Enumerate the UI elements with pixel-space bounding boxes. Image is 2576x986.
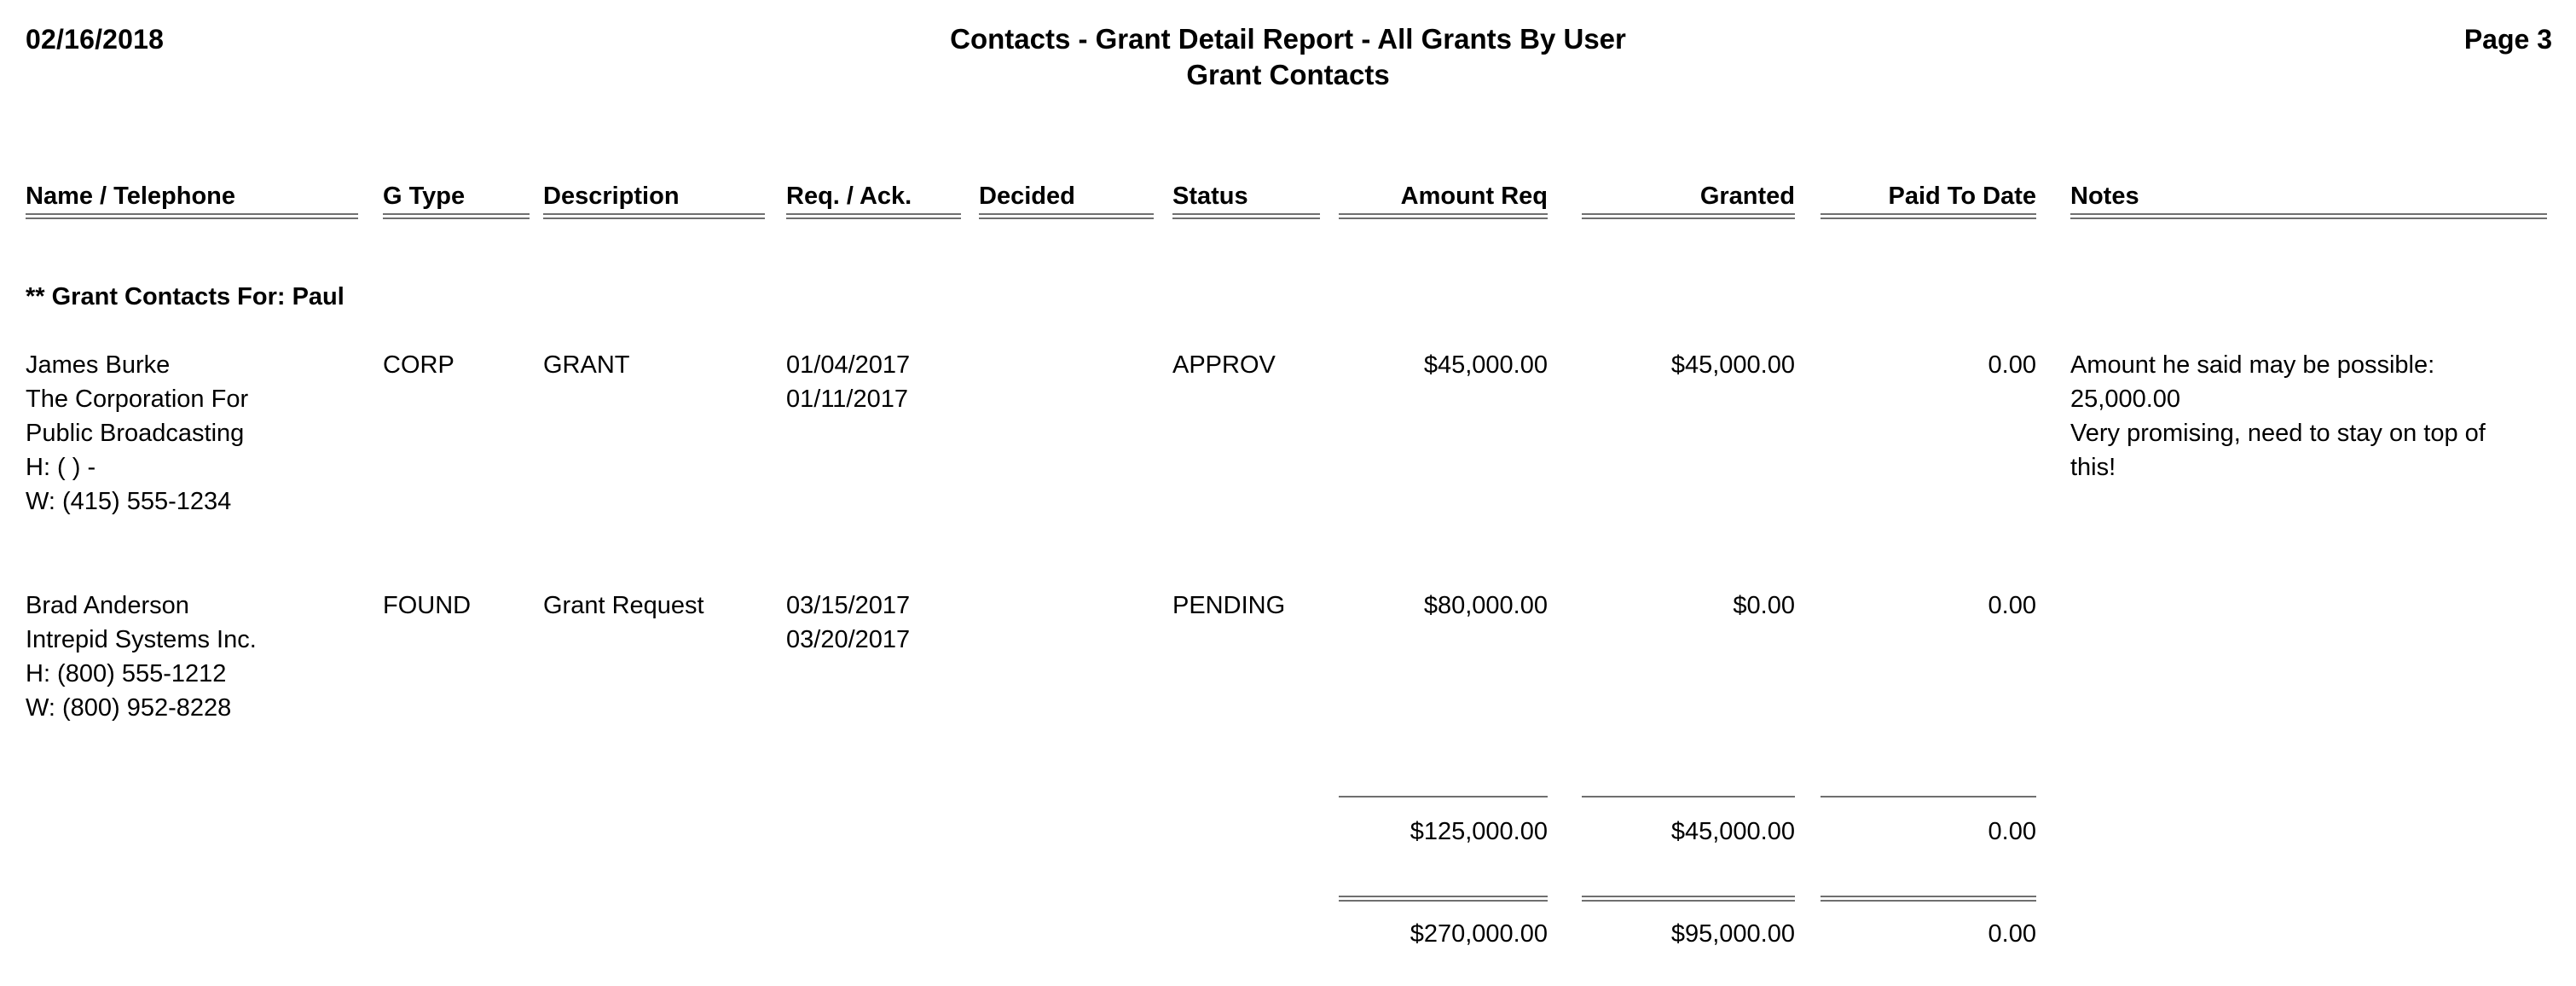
- cell-g-type: CORP: [383, 351, 454, 379]
- column-rule-status: [1172, 213, 1320, 219]
- grandtotal-rule-amount-req: [1339, 896, 1548, 902]
- cell-amount-req: $80,000.00: [1423, 592, 1548, 619]
- column-rule-req-ack: [786, 213, 961, 219]
- column-header-description: Description: [543, 183, 680, 210]
- contact-work-phone: W: (415) 555-1234: [26, 488, 232, 515]
- cell-granted: $45,000.00: [1670, 351, 1795, 379]
- cell-notes: Amount he said may be possible: 25,000.0…: [2070, 348, 2556, 484]
- notes-line-2: 25,000.00: [2070, 386, 2181, 413]
- column-header-req-ack: Req. / Ack.: [786, 183, 912, 210]
- contact-home-phone: H: ( ) -: [26, 454, 96, 481]
- column-header-g-type: G Type: [383, 183, 466, 210]
- contact-work-phone: W: (800) 952-8228: [26, 694, 232, 722]
- column-header-name-telephone: Name / Telephone: [26, 183, 236, 210]
- contact-company-line1: Intrepid Systems Inc.: [26, 626, 257, 653]
- cell-granted: $0.00: [1733, 592, 1795, 619]
- cell-amount-req: $45,000.00: [1423, 351, 1548, 379]
- contact-company-line1: The Corporation For: [26, 386, 249, 413]
- page-number: Page 3: [2463, 24, 2552, 55]
- cell-requested: 03/15/2017: [786, 592, 911, 619]
- subtotal-rule-paid-to-date: [1821, 796, 2036, 798]
- grandtotal-granted: $95,000.00: [1670, 920, 1795, 948]
- column-header-status: Status: [1172, 183, 1248, 210]
- cell-req-ack: 03/15/2017 03/20/2017: [786, 589, 910, 657]
- cell-status: APPROV: [1172, 351, 1276, 379]
- grandtotal-rule-paid-to-date: [1821, 896, 2036, 902]
- subtotal-paid-to-date: 0.00: [1988, 818, 2036, 845]
- report-title-line1: Contacts - Grant Detail Report - All Gra…: [950, 23, 1626, 55]
- table-row: James Burke The Corporation For Public B…: [26, 348, 248, 519]
- report-title: Contacts - Grant Detail Report - All Gra…: [0, 22, 2576, 92]
- notes-line-1: Amount he said may be possible:: [2070, 351, 2435, 379]
- contact-name: Brad Anderson: [26, 592, 189, 619]
- column-rule-decided: [979, 213, 1154, 219]
- group-header-label: ** Grant Contacts For: Paul: [26, 283, 344, 310]
- cell-requested: 01/04/2017: [786, 351, 911, 379]
- column-rule-notes: [2070, 213, 2547, 219]
- cell-status: PENDING: [1172, 592, 1286, 619]
- column-rule-g-type: [383, 213, 530, 219]
- cell-paid-to-date: 0.00: [1988, 351, 2036, 379]
- column-header-decided: Decided: [979, 183, 1075, 210]
- column-rule-paid-to-date: [1821, 213, 2036, 219]
- report-title-line2: Grant Contacts: [1186, 59, 1390, 90]
- column-rule-description: [543, 213, 765, 219]
- cell-g-type: FOUND: [383, 592, 472, 619]
- report-page: 02/16/2018 Contacts - Grant Detail Repor…: [0, 0, 2576, 986]
- subtotal-rule-amount-req: [1339, 796, 1548, 798]
- contact-company-line2: Public Broadcasting: [26, 420, 245, 447]
- subtotal-amount-req: $125,000.00: [1410, 818, 1548, 845]
- column-rule-name-telephone: [26, 213, 358, 219]
- cell-description: Grant Request: [543, 592, 704, 619]
- contact-home-phone: H: (800) 555-1212: [26, 660, 227, 687]
- column-header-paid-to-date: Paid To Date: [1888, 183, 2037, 210]
- notes-line-3: Very promising, need to stay on top of: [2070, 420, 2486, 447]
- cell-req-ack: 01/04/2017 01/11/2017: [786, 348, 910, 416]
- notes-line-4: this!: [2070, 454, 2116, 481]
- cell-paid-to-date: 0.00: [1988, 592, 2036, 619]
- subtotal-rule-granted: [1582, 796, 1795, 798]
- column-rule-amount-req: [1339, 213, 1548, 219]
- grandtotal-paid-to-date: 0.00: [1988, 920, 2036, 948]
- column-header-amount-req: Amount Req: [1400, 183, 1548, 210]
- grandtotal-amount-req: $270,000.00: [1410, 920, 1548, 948]
- cell-description: GRANT: [543, 351, 630, 379]
- table-row: Brad Anderson Intrepid Systems Inc. H: (…: [26, 589, 257, 725]
- column-header-granted: Granted: [1699, 183, 1795, 210]
- cell-acknowledged: 01/11/2017: [786, 386, 908, 413]
- grandtotal-rule-granted: [1582, 896, 1795, 902]
- cell-acknowledged: 03/20/2017: [786, 626, 911, 653]
- column-header-notes: Notes: [2070, 183, 2139, 210]
- subtotal-granted: $45,000.00: [1670, 818, 1795, 845]
- column-rule-granted: [1582, 213, 1795, 219]
- contact-name: James Burke: [26, 351, 171, 379]
